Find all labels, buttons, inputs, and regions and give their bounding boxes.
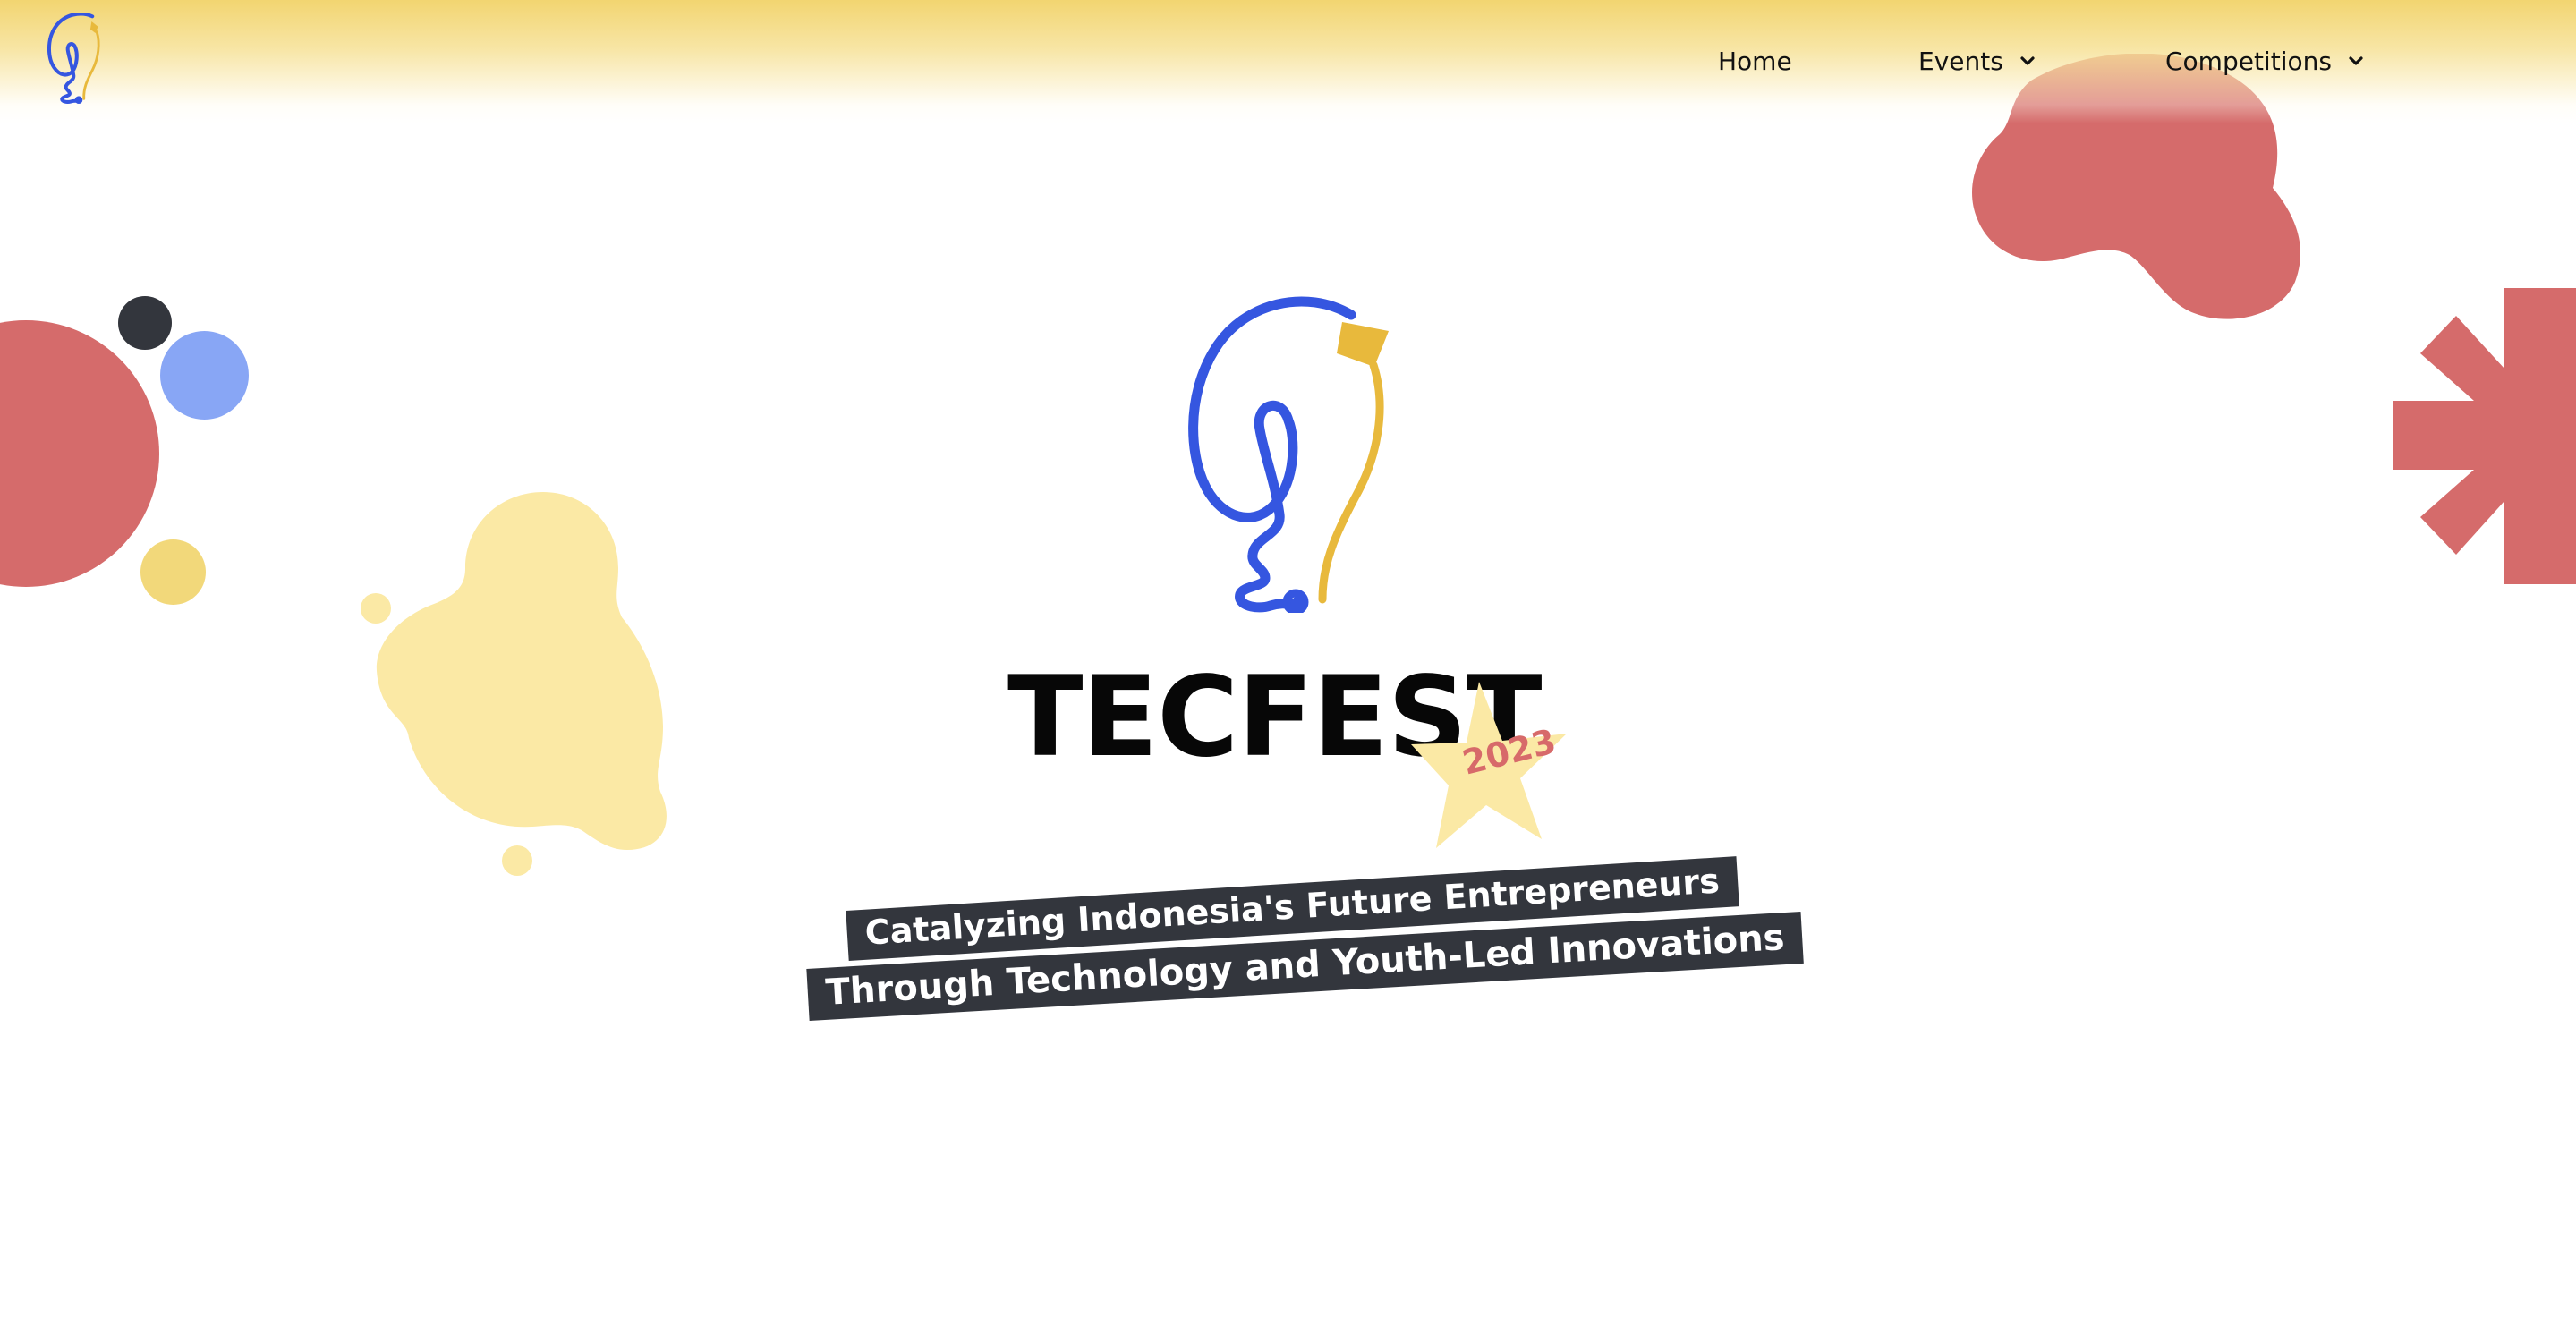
site-header: Home Events Competitions bbox=[0, 0, 2576, 123]
chevron-down-icon bbox=[2349, 56, 2363, 65]
decorative-yellow-blob bbox=[361, 492, 667, 876]
hero-lightbulb-kite-logo-icon bbox=[1188, 296, 1389, 613]
chevron-down-icon bbox=[2020, 56, 2035, 65]
decorative-yellow-dot bbox=[140, 539, 206, 605]
nav-events-dropdown[interactable]: Events bbox=[1918, 41, 2036, 81]
tecfest-landing-page: Home Events Competitions TECFEST 2023 Ca… bbox=[0, 0, 2576, 1333]
lightbulb-kite-logo-icon[interactable] bbox=[43, 13, 115, 104]
decorative-dark-dot bbox=[118, 296, 172, 350]
decorative-blue-dot bbox=[160, 331, 249, 420]
nav-competitions-dropdown[interactable]: Competitions bbox=[2165, 41, 2364, 81]
nav-home-link[interactable]: Home bbox=[1718, 41, 1792, 81]
decorative-red-circle bbox=[0, 320, 159, 587]
nav-competitions-label: Competitions bbox=[2165, 46, 2332, 76]
nav-events-label: Events bbox=[1918, 46, 2003, 76]
decorative-red-gear bbox=[2393, 288, 2576, 584]
nav-home-label: Home bbox=[1718, 46, 1792, 76]
